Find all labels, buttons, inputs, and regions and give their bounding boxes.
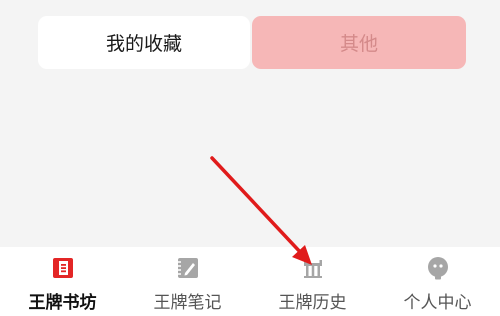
nav-label-profile: 个人中心 — [403, 293, 472, 313]
other-label: 其他 — [339, 33, 378, 55]
user-profile-icon — [427, 257, 448, 280]
book-icon — [52, 258, 73, 278]
history-building-icon — [303, 260, 322, 278]
bottom-navigation-bar: 王牌书坊 王牌笔记 王牌历史 个人中心 — [0, 247, 500, 316]
segment-control: 我的收藏 其他 — [38, 16, 466, 69]
nav-item-bookstore[interactable]: 王牌书坊 — [0, 247, 125, 316]
nav-label-history: 王牌历史 — [278, 293, 347, 313]
nav-label-bookstore: 王牌书坊 — [28, 293, 97, 313]
nav-item-notes[interactable]: 王牌笔记 — [125, 247, 250, 316]
nav-item-profile[interactable]: 个人中心 — [375, 247, 500, 316]
nav-label-notes: 王牌笔记 — [153, 293, 222, 313]
nav-item-history[interactable]: 王牌历史 — [250, 247, 375, 316]
my-favorites-label: 我的收藏 — [105, 33, 182, 55]
notebook-pencil-icon — [177, 258, 198, 278]
other-tab[interactable]: 其他 — [252, 16, 466, 69]
my-favorites-tab[interactable]: 我的收藏 — [38, 16, 250, 69]
